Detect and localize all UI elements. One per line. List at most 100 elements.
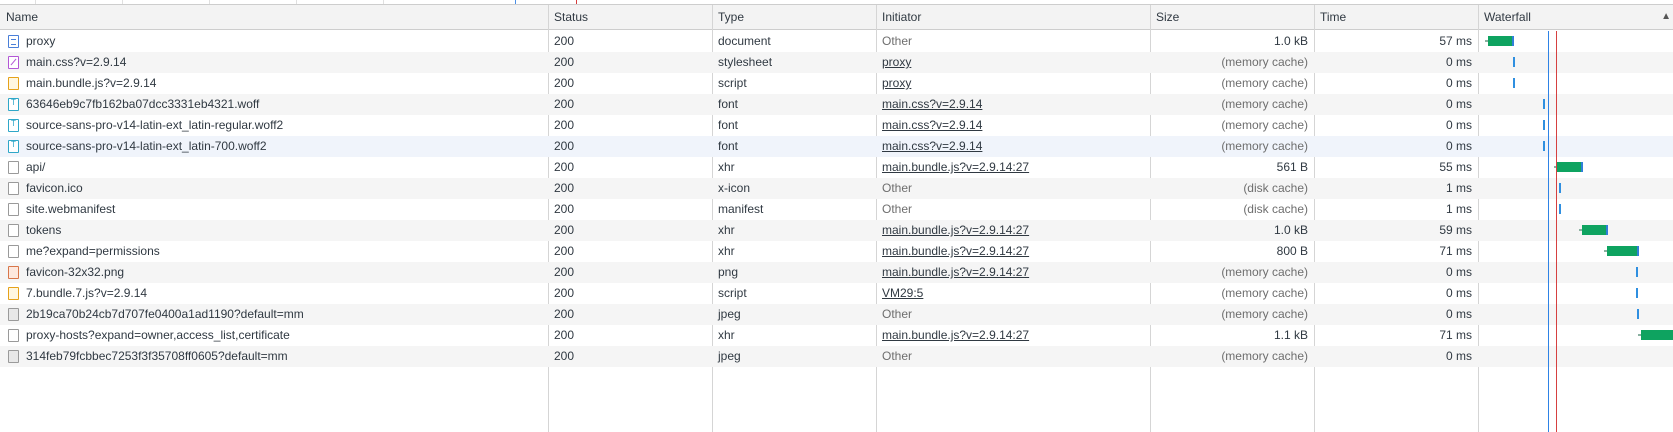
initiator-link[interactable]: main.css?v=2.9.14 (882, 97, 982, 111)
initiator-text: Other (882, 349, 913, 363)
table-row[interactable]: proxy 200 document Other 1.0 kB 57 ms (0, 31, 1673, 52)
request-time: 71 ms (1439, 328, 1472, 342)
table-row[interactable]: api/200 xhr main.bundle.js?v=2.9.14:27 561 … (0, 157, 1673, 178)
request-type: x-icon (718, 181, 751, 195)
sort-ascending-icon[interactable]: ▲ (1661, 5, 1671, 29)
column-header-status[interactable]: Status (548, 5, 712, 29)
initiator-link[interactable]: main.bundle.js?v=2.9.14:27 (882, 160, 1029, 174)
request-name[interactable]: main.bundle.js?v=2.9.14 (0, 73, 548, 94)
request-name[interactable]: 63646eb9c7fb162ba07dcc3331eb4321.woff (0, 94, 548, 115)
load-event-line (1556, 31, 1557, 432)
request-name[interactable]: api/ (0, 157, 548, 178)
waterfall-bar[interactable] (1559, 183, 1561, 193)
request-initiator: main.bundle.js?v=2.9.14:27 (876, 220, 1150, 241)
request-status: 200 (554, 328, 575, 342)
request-size: 1.0 kB (1273, 34, 1308, 48)
column-header-initiator[interactable]: Initiator (876, 5, 1150, 29)
request-type: document (718, 34, 771, 48)
request-initiator: proxy (876, 73, 1150, 94)
table-row[interactable]: 2b19ca70b24cb7d707fe0400a1ad1190?default… (0, 304, 1673, 325)
request-name[interactable]: proxy (0, 31, 548, 52)
waterfall-bar[interactable] (1543, 141, 1545, 151)
request-status: 200 (554, 97, 575, 111)
request-size: (disk cache) (1243, 202, 1308, 216)
request-size: (memory cache) (1221, 118, 1308, 132)
request-name-text: 63646eb9c7fb162ba07dcc3331eb4321.woff (26, 97, 260, 111)
xhr-icon (8, 161, 19, 174)
table-row[interactable]: source-sans-pro-v14-latin-ext_latin-regu… (0, 115, 1673, 136)
table-row[interactable]: favicon.ico 200 x-icon Other (disk cache) 1 m… (0, 178, 1673, 199)
initiator-link[interactable]: main.bundle.js?v=2.9.14:27 (882, 265, 1029, 279)
table-row[interactable]: 63646eb9c7fb162ba07dcc3331eb4321.woff 200… (0, 94, 1673, 115)
table-row[interactable]: source-sans-pro-v14-latin-ext_latin-700.… (0, 136, 1673, 157)
waterfall-bar[interactable] (1636, 267, 1638, 277)
initiator-link[interactable]: main.bundle.js?v=2.9.14:27 (882, 223, 1029, 237)
request-size: 800 B (1276, 244, 1308, 258)
waterfall-bar[interactable] (1513, 78, 1515, 88)
initiator-link[interactable]: proxy (882, 76, 911, 90)
request-type: xhr (718, 244, 735, 258)
request-name-text: favicon-32x32.png (26, 265, 125, 279)
table-row[interactable]: site.webmanifest 200 manifest Other (disk ca… (0, 199, 1673, 220)
column-header-name[interactable]: Name (0, 5, 548, 29)
waterfall-bar[interactable] (1557, 162, 1583, 172)
font-icon (8, 95, 19, 111)
request-name[interactable]: 2b19ca70b24cb7d707fe0400a1ad1190?default… (0, 304, 548, 325)
request-name-text: source-sans-pro-v14-latin-ext_latin-700.… (26, 139, 267, 153)
request-time: 0 ms (1445, 76, 1472, 90)
column-header-time[interactable]: Time (1314, 5, 1478, 29)
request-name[interactable]: favicon.ico (0, 178, 548, 199)
waterfall-bar[interactable] (1641, 330, 1673, 340)
initiator-link[interactable]: main.css?v=2.9.14 (882, 118, 982, 132)
initiator-link[interactable]: main.css?v=2.9.14 (882, 139, 982, 153)
request-type: script (718, 76, 747, 90)
waterfall-bar[interactable] (1637, 309, 1639, 319)
font-icon (8, 137, 19, 153)
request-name[interactable]: 7.bundle.7.js?v=2.9.14 (0, 283, 548, 304)
request-status: 200 (554, 34, 575, 48)
waterfall-bar[interactable] (1582, 225, 1608, 235)
table-row[interactable]: 7.bundle.7.js?v=2.9.14 200 script VM29:5 (me… (0, 283, 1673, 304)
waterfall-bar[interactable] (1559, 204, 1561, 214)
column-header-waterfall[interactable]: Waterfall ▲ (1478, 5, 1673, 29)
initiator-link[interactable]: main.bundle.js?v=2.9.14:27 (882, 244, 1029, 258)
request-name[interactable]: main.css?v=2.9.14 (0, 52, 548, 73)
table-row[interactable]: favicon-32x32.png 200 png main.bundle.js?v=… (0, 262, 1673, 283)
png-icon (8, 266, 19, 279)
column-header-size[interactable]: Size (1150, 5, 1314, 29)
request-name[interactable]: 314feb79fcbbec7253f3f35708ff0605?default… (0, 346, 548, 367)
request-name[interactable]: source-sans-pro-v14-latin-ext_latin-regu… (0, 115, 548, 136)
font-icon (8, 116, 19, 132)
request-name[interactable]: favicon-32x32.png (0, 262, 548, 283)
column-header-type[interactable]: Type (712, 5, 876, 29)
waterfall-bar[interactable] (1543, 99, 1545, 109)
request-name[interactable]: proxy-hosts?expand=owner,access_list,cer… (0, 325, 548, 346)
waterfall-bar[interactable] (1636, 288, 1638, 298)
waterfall-bar[interactable] (1513, 57, 1515, 67)
table-row[interactable]: 314feb79fcbbec7253f3f35708ff0605?default… (0, 346, 1673, 367)
request-initiator: main.bundle.js?v=2.9.14:27 (876, 325, 1150, 346)
request-status: 200 (554, 55, 575, 69)
waterfall-bar[interactable] (1488, 36, 1514, 46)
table-row[interactable]: main.bundle.js?v=2.9.14 200 script proxy (me… (0, 73, 1673, 94)
request-name-text: favicon.ico (26, 181, 83, 195)
request-name[interactable]: tokens (0, 220, 548, 241)
request-name[interactable]: source-sans-pro-v14-latin-ext_latin-700.… (0, 136, 548, 157)
initiator-link[interactable]: proxy (882, 55, 911, 69)
request-status: 200 (554, 286, 575, 300)
request-size: (memory cache) (1221, 307, 1308, 321)
request-name[interactable]: me?expand=permissions (0, 241, 548, 262)
request-name-text: main.css?v=2.9.14 (26, 55, 127, 69)
request-initiator: Other (876, 31, 1150, 52)
request-time: 0 ms (1445, 118, 1472, 132)
request-type: script (718, 286, 747, 300)
initiator-link[interactable]: VM29:5 (882, 286, 923, 300)
waterfall-bar[interactable] (1543, 120, 1545, 130)
table-row[interactable]: main.css?v=2.9.14 200 stylesheet proxy (memo… (0, 52, 1673, 73)
request-name[interactable]: site.webmanifest (0, 199, 548, 220)
table-row[interactable]: tokens 200 xhr main.bundle.js?v=2.9.14:27 1.… (0, 220, 1673, 241)
waterfall-bar[interactable] (1607, 246, 1639, 256)
initiator-link[interactable]: main.bundle.js?v=2.9.14:27 (882, 328, 1029, 342)
table-row[interactable]: me?expand=permissions 200 xhr main.bundle.j… (0, 241, 1673, 262)
table-row[interactable]: proxy-hosts?expand=owner,access_list,cer… (0, 325, 1673, 346)
